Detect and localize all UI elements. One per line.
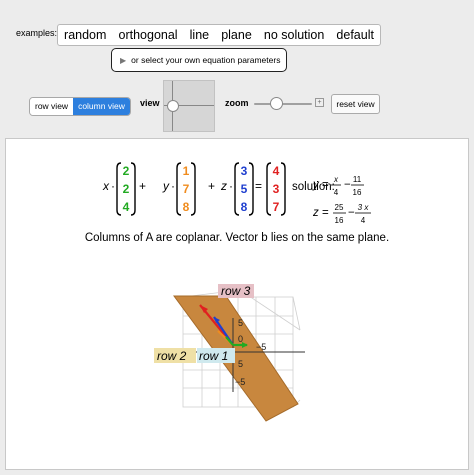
tick-label: −5 (256, 342, 266, 352)
tick-label: 5 (238, 359, 243, 369)
row1-label: row 1 (199, 349, 228, 363)
tick-label: 0 (238, 334, 243, 344)
row2-label: row 2 (157, 349, 187, 363)
row3-label: row 3 (221, 284, 251, 298)
tick-label: −5 (235, 377, 245, 387)
tick-label: 5 (238, 318, 243, 328)
column-view-3d-plot[interactable]: 5 0 −5 5 −5 row 3 row 2 row 1 (0, 0, 474, 475)
